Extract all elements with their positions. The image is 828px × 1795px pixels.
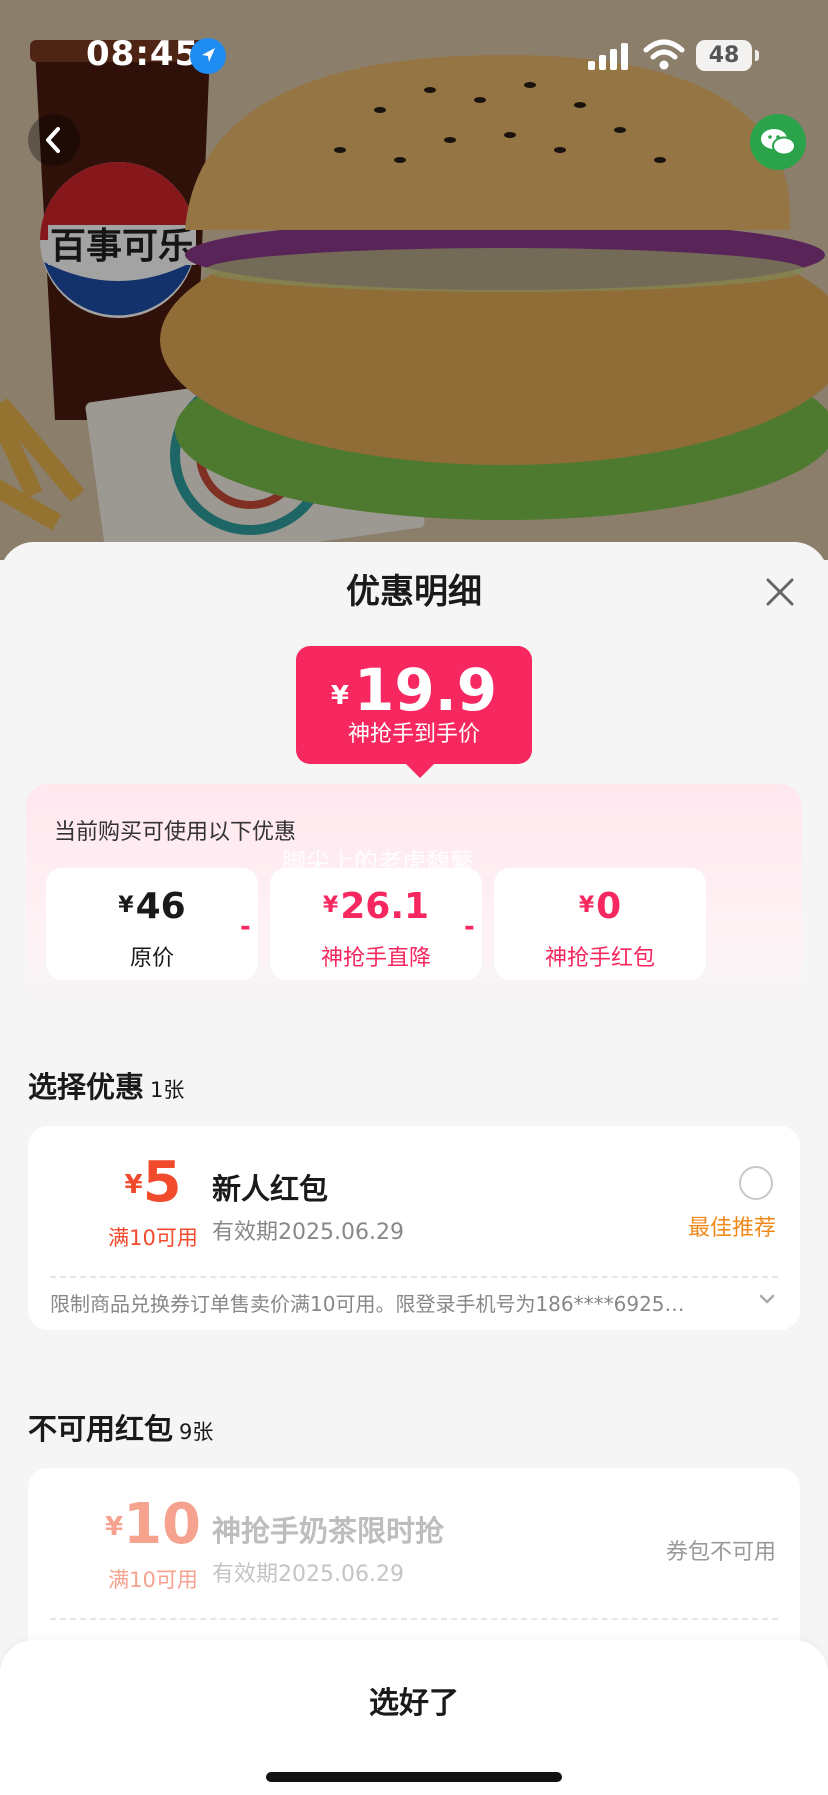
coupon-unavailable-status: 券包不可用 — [665, 1540, 776, 1565]
best-recommend-tag: 最佳推荐 — [687, 1216, 776, 1241]
red-packet-label: 神抢手红包 — [544, 946, 655, 971]
coupon-value: 5 — [142, 1150, 182, 1215]
coupon-name: 神抢手奶茶限时抢 — [212, 1514, 445, 1548]
bottom-action-bar: 选好了 — [0, 1640, 828, 1795]
back-chevron-icon — [46, 127, 60, 153]
wechat-share-button[interactable] — [750, 114, 806, 170]
original-price-label: 原价 — [129, 946, 174, 971]
close-icon — [766, 578, 794, 606]
original-price-amount: 46 — [135, 886, 186, 927]
red-packet-amount: 0 — [596, 886, 622, 927]
minus-operator: - — [240, 912, 251, 942]
confirm-button[interactable]: 选好了 — [0, 1678, 828, 1722]
select-discount-heading: 选择优惠 1张 — [28, 1064, 184, 1106]
coupon-name: 新人红包 — [212, 1172, 329, 1206]
home-indicator — [266, 1772, 562, 1782]
currency-symbol: ¥ — [578, 893, 595, 918]
discount-breakdown-panel: 当前购买可使用以下优惠 脚尖上的老虎馥蘩 ¥46 原价 - ¥26.1 神抢手直… — [26, 784, 802, 1016]
final-price-badge: ¥ 19.9 神抢手到手价 — [296, 646, 532, 778]
coupon-condition: 满10可用 — [108, 1568, 198, 1592]
coupon-card-new-user[interactable]: ¥5 满10可用 新人红包 有效期2025.06.29 最佳推荐 限制商品兑换券… — [28, 1126, 800, 1330]
final-price-currency: ¥ — [330, 681, 349, 711]
unavailable-count: 9张 — [179, 1420, 214, 1444]
chevron-down-icon[interactable] — [756, 1288, 778, 1310]
coupon-description: 限制商品兑换券订单售卖价满10可用。限登录手机号为186****6925… — [50, 1292, 685, 1316]
close-button[interactable] — [760, 572, 800, 612]
select-discount-title: 选择优惠 — [28, 1070, 145, 1104]
currency-symbol: ¥ — [322, 893, 339, 918]
currency-symbol: ¥ — [118, 893, 134, 918]
coupon-amount: ¥5 — [78, 1150, 228, 1215]
original-price-card: ¥46 原价 — [46, 868, 258, 980]
red-packet-card: ¥0 神抢手红包 — [494, 868, 706, 980]
discount-detail-sheet: 优惠明细 ¥ 19.9 神抢手到手价 当前购买可使用以下优惠 脚尖上的老虎馥蘩 … — [0, 542, 828, 1795]
status-bar: 08:45 48 — [0, 0, 828, 112]
signal-icon — [588, 42, 630, 70]
battery-icon: 48 — [696, 40, 759, 71]
discount-panel-title: 当前购买可使用以下优惠 — [54, 820, 297, 845]
unavailable-title: 不可用红包 — [28, 1412, 174, 1446]
coupon-divider — [50, 1618, 778, 1620]
back-button[interactable] — [28, 114, 80, 166]
coupon-expiry: 有效期2025.06.29 — [212, 1562, 404, 1587]
direct-discount-label: 神抢手直降 — [320, 946, 431, 971]
minus-operator: - — [464, 912, 475, 942]
select-discount-count: 1张 — [150, 1078, 185, 1102]
coupon-amount: ¥10 — [78, 1492, 228, 1557]
coupon-select-radio[interactable] — [739, 1166, 773, 1200]
coupon-divider — [50, 1276, 778, 1278]
sheet-title: 优惠明细 — [346, 572, 482, 612]
unavailable-heading: 不可用红包 9张 — [28, 1406, 213, 1448]
coupon-currency: ¥ — [124, 1170, 143, 1200]
coupon-condition: 满10可用 — [108, 1226, 198, 1250]
wechat-icon — [761, 129, 796, 156]
coupon-currency: ¥ — [104, 1512, 124, 1542]
location-arrow-icon — [190, 38, 226, 74]
direct-discount-amount: 26.1 — [340, 886, 430, 927]
coupon-value: 10 — [123, 1492, 202, 1557]
wifi-icon — [642, 38, 686, 72]
final-price-amount: 19.9 — [354, 656, 498, 724]
status-time: 08:45 — [86, 34, 200, 74]
direct-discount-card: ¥26.1 神抢手直降 — [270, 868, 482, 980]
coupon-expiry: 有效期2025.06.29 — [212, 1220, 404, 1245]
